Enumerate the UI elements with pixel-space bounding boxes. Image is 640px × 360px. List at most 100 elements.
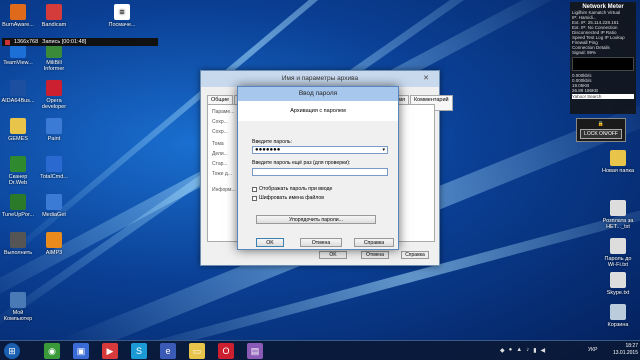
language-indicator[interactable]: УКР — [588, 347, 597, 353]
desktop-icon-label: TuneUpPor... — [1, 212, 35, 218]
dialog-header: Архивация с паролем — [238, 101, 398, 121]
recording-status: Запись [00:01:48] — [42, 39, 87, 45]
show-password-checkbox[interactable]: Отображать пароль при вводе — [252, 186, 332, 192]
desktop-icon[interactable]: Новая папка — [598, 150, 638, 174]
start-button[interactable]: ⊞ — [4, 343, 20, 359]
bg-ok-button[interactable]: OK — [319, 251, 347, 259]
desktop-icon-document[interactable]: ≡ Посмаче... — [102, 4, 142, 28]
network-icon[interactable]: ▮ — [533, 347, 536, 354]
lock-gadget[interactable]: 🔒 LOCK ON/OFF — [576, 118, 626, 142]
clock-time: 18:27 — [625, 343, 638, 349]
option-label: Информ... — [212, 187, 236, 193]
lock-icon: 🔒 — [597, 121, 605, 127]
desktop-icon[interactable]: TotalCmd... — [34, 156, 74, 180]
desktop-icon-label: Выполнить — [3, 250, 33, 256]
aimp-icon — [46, 232, 62, 248]
desktop-icon-label: Paint — [47, 136, 61, 142]
desktop-icon[interactable]: AIMP3 — [34, 232, 74, 256]
password-label: Введите пароль: — [252, 139, 293, 145]
desktop-icon[interactable]: Bandicam — [34, 4, 74, 28]
desktop-icon[interactable]: Выполнить — [0, 232, 38, 256]
yahoo-search-input[interactable]: Yahoo! Search — [572, 94, 634, 99]
media-icon[interactable]: ▶ — [102, 343, 118, 359]
tray-icon[interactable]: ● — [509, 347, 513, 354]
skype-icon[interactable]: S — [131, 343, 147, 359]
option-label: Тома — [212, 141, 224, 147]
desktop-icon[interactable]: Розплата за НЕТ..._txt — [598, 200, 638, 230]
drweb-icon — [10, 156, 26, 172]
network-meter-line: Signal: 99% — [572, 50, 597, 55]
desktop-icon-label: Корзина — [607, 322, 629, 328]
desktop-icon[interactable]: Мой Компьютер — [0, 292, 38, 322]
close-icon[interactable]: ✕ — [419, 74, 433, 84]
desktop-icon[interactable]: MediaGet — [34, 194, 74, 218]
checkbox-box — [252, 195, 257, 201]
text-file-icon — [610, 238, 626, 254]
folder-icon — [610, 150, 626, 166]
confirm-password-input[interactable] — [252, 168, 388, 176]
password-value: ●●●●●●● — [255, 147, 281, 153]
archive-icon[interactable]: ▤ — [247, 343, 263, 359]
desktop-icon-label: TeamView... — [3, 60, 33, 66]
desktop-icon-label: MediaGet — [42, 212, 66, 218]
desktop-icon-label: Opera developer — [41, 98, 67, 110]
chevron-down-icon[interactable]: ▾ — [382, 147, 385, 154]
desktop-icon[interactable]: Пароль до Wi-Fi.txt — [598, 238, 638, 268]
show-password-label: Отображать пароль при вводе — [259, 186, 333, 192]
encrypt-names-checkbox[interactable]: Шифровать имена файлов — [252, 195, 324, 201]
password-dialog: Ввод пароля Архивация с паролем Введите … — [237, 86, 399, 250]
organize-passwords-button[interactable]: Упорядочить пароли... — [256, 215, 376, 224]
desktop-icon[interactable]: BurnAware... — [0, 4, 38, 28]
desktop-icon-label: MiliBill Informer — [43, 60, 65, 72]
dialog-title: Ввод пароля — [238, 87, 398, 101]
explorer-icon[interactable]: e — [160, 343, 176, 359]
clock[interactable]: 18:27 13.01.2015 — [613, 343, 638, 357]
checkbox-box — [252, 186, 257, 192]
option-label: Сохр... — [212, 119, 228, 125]
text-file-icon — [610, 272, 626, 288]
opera-icon[interactable]: O — [218, 343, 234, 359]
bg-cancel-button[interactable]: Отмена — [361, 251, 389, 259]
desktop-icon[interactable]: Opera developer — [34, 80, 74, 110]
desktop-icon-label: Посмаче... — [108, 22, 136, 28]
chrome-icon[interactable]: ◉ — [44, 343, 60, 359]
bandicam-icon — [46, 4, 62, 20]
desktop-icon[interactable]: Корзина — [598, 304, 638, 328]
desktop-icon-label: AIMP3 — [45, 250, 63, 256]
desktop-icon[interactable]: TuneUpPor... — [0, 194, 38, 218]
desktop-icon[interactable]: Skype.txt — [598, 272, 638, 296]
password-input[interactable]: ●●●●●●● ▾ — [252, 146, 388, 154]
aida64-icon — [10, 80, 26, 96]
desktop-icon[interactable]: Paint — [34, 118, 74, 142]
ok-button[interactable]: OK — [256, 238, 284, 247]
option-label: Стар... — [212, 161, 228, 167]
clock-date: 13.01.2015 — [612, 350, 638, 356]
tray-icon[interactable]: ♪ — [526, 347, 529, 354]
run-icon — [10, 232, 26, 248]
network-graph — [572, 57, 634, 71]
desktop-icon[interactable]: AIDA64Bus... — [0, 80, 38, 104]
desktop-icon[interactable]: Сканер Dr.Web — [0, 156, 38, 186]
desktop-icon-label: TotalCmd... — [40, 174, 68, 180]
mediaget-icon — [46, 194, 62, 210]
desktop-icon-label: Сканер Dr.Web — [8, 174, 28, 186]
document-icon: ≡ — [114, 4, 130, 20]
desktop-icon-label: Розплата за НЕТ..._txt — [602, 218, 634, 230]
volume-icon[interactable]: ◀ — [541, 347, 546, 354]
desktop-icon-label: Новая папка — [601, 168, 635, 174]
help-button[interactable]: Справка — [354, 238, 394, 247]
confirm-label: Введите пароль ещё раз (для проверки): — [252, 160, 351, 166]
folder-icon[interactable]: ▭ — [189, 343, 205, 359]
option-label: Тоже д... — [212, 171, 232, 177]
bg-help-button[interactable]: Справка — [401, 251, 429, 259]
floppy-icon[interactable]: ▣ — [73, 343, 89, 359]
computer-icon — [10, 292, 26, 308]
recycle-bin-icon — [610, 304, 626, 320]
cancel-button[interactable]: Отмена — [300, 238, 342, 247]
desktop-icon[interactable]: GEMES — [0, 118, 38, 142]
desktop-icon[interactable]: MiliBill Informer — [34, 42, 74, 72]
tuneup-icon — [10, 194, 26, 210]
network-total-2: 26.89 186KB — [572, 88, 599, 93]
tray-icon[interactable]: ◆ — [500, 347, 505, 354]
tray-icon[interactable]: ▲ — [516, 347, 522, 354]
